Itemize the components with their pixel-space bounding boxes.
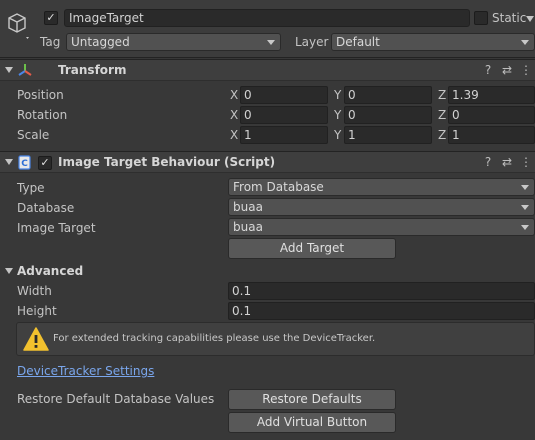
- height-field[interactable]: 0.1: [228, 302, 535, 320]
- help-icon[interactable]: ?: [481, 63, 495, 77]
- type-dropdown[interactable]: From Database: [228, 178, 535, 196]
- cube-icon: [8, 13, 29, 39]
- image-target-foldout-arrow[interactable]: [5, 159, 13, 165]
- type-value: From Database: [233, 180, 324, 194]
- static-label: Static: [492, 11, 527, 25]
- rotation-y-axis-label[interactable]: Y: [334, 108, 341, 122]
- scale-y-axis-label[interactable]: Y: [334, 128, 341, 142]
- script-icon: C: [18, 155, 31, 170]
- scale-z-axis-label[interactable]: Z: [438, 128, 446, 142]
- position-z-field[interactable]: 1.39: [448, 86, 535, 104]
- rotation-x-field[interactable]: 0: [240, 106, 328, 124]
- scale-x-field[interactable]: 1: [240, 126, 328, 144]
- scale-x-axis-label[interactable]: X: [230, 128, 238, 142]
- image-target-enabled-checkbox[interactable]: ✓: [38, 156, 52, 170]
- add-virtual-button[interactable]: Add Virtual Button: [228, 412, 396, 433]
- image-target-dropdown[interactable]: buaa: [228, 218, 535, 236]
- transform-axes-icon: [18, 64, 32, 76]
- chevron-down-icon: [521, 185, 529, 190]
- tag-value: Untagged: [71, 35, 130, 49]
- rotation-z-field[interactable]: 0: [448, 106, 535, 124]
- database-dropdown[interactable]: buaa: [228, 198, 535, 216]
- image-target-label: Image Target: [17, 221, 96, 235]
- width-field[interactable]: 0.1: [228, 282, 535, 300]
- rotation-x-axis-label[interactable]: X: [230, 108, 238, 122]
- presets-sliders-icon[interactable]: ⇄: [500, 63, 514, 77]
- restore-defaults-label: Restore Default Database Values: [17, 392, 215, 406]
- position-y-field[interactable]: 0: [344, 86, 432, 104]
- rotation-z-axis-label[interactable]: Z: [438, 108, 446, 122]
- image-target-title: Image Target Behaviour (Script): [58, 155, 276, 169]
- svg-text:C: C: [21, 159, 28, 169]
- add-target-button[interactable]: Add Target: [228, 238, 396, 259]
- scale-label: Scale: [17, 128, 50, 142]
- presets-sliders-icon[interactable]: ⇄: [500, 155, 514, 169]
- help-icon[interactable]: ?: [481, 155, 495, 169]
- layer-value: Default: [336, 35, 380, 49]
- position-x-axis-label[interactable]: X: [230, 88, 238, 102]
- device-tracker-settings-link[interactable]: DeviceTracker Settings: [17, 364, 154, 378]
- advanced-foldout-arrow[interactable]: [5, 268, 13, 274]
- tag-dropdown[interactable]: Untagged: [66, 33, 281, 51]
- height-label: Height: [17, 304, 57, 318]
- chevron-down-icon: [267, 40, 275, 45]
- advanced-label[interactable]: Advanced: [17, 264, 83, 278]
- help-box-text: For extended tracking capabilities pleas…: [53, 333, 376, 344]
- rotation-y-field[interactable]: 0: [344, 106, 432, 124]
- kebab-menu-icon[interactable]: ⋮: [519, 155, 533, 169]
- layer-label: Layer: [295, 35, 329, 49]
- position-x-field[interactable]: 0: [240, 86, 328, 104]
- gameobject-name-field[interactable]: ImageTarget: [64, 9, 470, 27]
- scale-z-field[interactable]: 1: [448, 126, 535, 144]
- scale-y-field[interactable]: 1: [344, 126, 432, 144]
- gameobject-active-checkbox[interactable]: ✓: [44, 11, 58, 25]
- position-y-axis-label[interactable]: Y: [334, 88, 341, 102]
- chevron-down-icon: [521, 40, 529, 45]
- database-label: Database: [17, 201, 75, 215]
- position-z-axis-label[interactable]: Z: [438, 88, 446, 102]
- chevron-down-icon: [521, 205, 529, 210]
- width-label: Width: [17, 284, 52, 298]
- kebab-menu-icon[interactable]: ⋮: [519, 63, 533, 77]
- image-target-value: buaa: [233, 220, 263, 234]
- warning-icon: [23, 327, 49, 351]
- static-dropdown-arrow[interactable]: [526, 16, 534, 22]
- chevron-down-icon: [521, 225, 529, 230]
- transform-title: Transform: [58, 63, 127, 77]
- rotation-label: Rotation: [17, 108, 68, 122]
- restore-defaults-button[interactable]: Restore Defaults: [228, 389, 396, 410]
- type-label: Type: [17, 181, 45, 195]
- layer-dropdown[interactable]: Default: [331, 33, 535, 51]
- static-checkbox[interactable]: [474, 11, 488, 25]
- database-value: buaa: [233, 200, 263, 214]
- position-label: Position: [17, 88, 64, 102]
- transform-foldout-arrow[interactable]: [5, 67, 13, 73]
- tag-label: Tag: [40, 35, 61, 49]
